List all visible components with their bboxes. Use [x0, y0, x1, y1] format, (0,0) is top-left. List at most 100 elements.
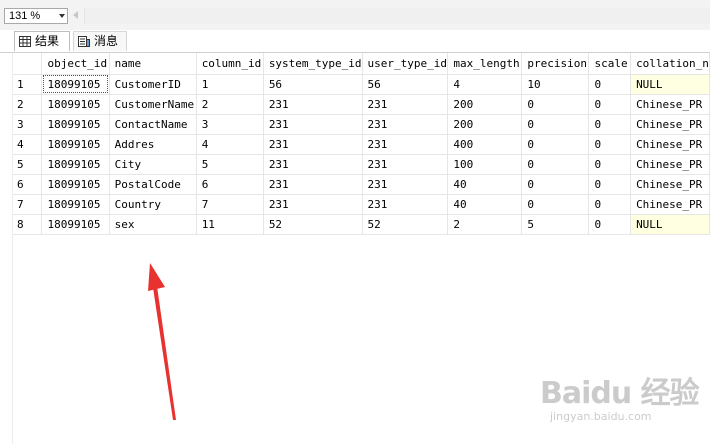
table-cell[interactable]: CustomerID	[109, 74, 197, 95]
table-cell[interactable]: 4	[196, 134, 264, 155]
table-cell[interactable]: 5	[521, 214, 590, 235]
column-header[interactable]: scale	[588, 53, 632, 75]
table-cell[interactable]: 100	[447, 154, 523, 175]
table-cell[interactable]: 56	[263, 74, 363, 95]
scroll-left-icon[interactable]	[73, 11, 78, 19]
table-cell[interactable]: 0	[588, 134, 632, 155]
table-row[interactable]: 7 18099105 Country 7 231 231 40 0 0 Chinese_PR	[13, 194, 710, 215]
table-cell[interactable]: 52	[362, 214, 449, 235]
horizontal-scrollbar[interactable]	[84, 8, 710, 24]
table-cell[interactable]: 11	[196, 214, 264, 235]
table-cell[interactable]: 0	[521, 174, 590, 195]
row-number-header[interactable]	[13, 53, 43, 75]
table-cell[interactable]: 18099105	[41, 94, 110, 115]
table-cell[interactable]: 0	[588, 154, 632, 175]
table-cell[interactable]: 7	[196, 194, 264, 215]
table-cell[interactable]: 231	[263, 154, 363, 175]
table-cell[interactable]: 0	[588, 174, 632, 195]
table-cell[interactable]: 18099105	[41, 214, 110, 235]
table-cell[interactable]: 0	[588, 214, 632, 235]
table-row[interactable]: 5 18099105 City 5 231 231 100 0 0 Chinese_PR	[13, 154, 710, 175]
table-cell[interactable]: 0	[521, 154, 590, 175]
table-cell[interactable]: 0	[521, 114, 590, 135]
table-cell[interactable]: 40	[447, 194, 523, 215]
table-cell[interactable]: ContactName	[109, 114, 197, 135]
table-cell[interactable]: 18099105	[41, 174, 110, 195]
table-cell[interactable]: 18099105	[41, 194, 110, 215]
row-number[interactable]: 1	[13, 74, 43, 95]
row-number[interactable]: 8	[13, 214, 43, 235]
column-header[interactable]: column_id	[196, 53, 264, 75]
chevron-down-icon[interactable]	[59, 14, 65, 18]
table-cell[interactable]: sex	[109, 214, 197, 235]
results-grid[interactable]: object_id name column_id system_type_id …	[13, 53, 710, 235]
column-header[interactable]: system_type_id	[263, 53, 363, 75]
table-cell[interactable]: 231	[263, 134, 363, 155]
table-cell[interactable]: 5	[196, 154, 264, 175]
table-cell[interactable]: 0	[521, 194, 590, 215]
table-row[interactable]: 8 18099105 sex 11 52 52 2 5 0 NULL	[13, 214, 710, 235]
table-cell[interactable]: 40	[447, 174, 523, 195]
table-cell[interactable]: 2	[447, 214, 523, 235]
row-number[interactable]: 6	[13, 174, 43, 195]
table-row[interactable]: 2 18099105 CustomerName 2 231 231 200 0 0 Chinese…	[13, 94, 710, 115]
column-header[interactable]: user_type_id	[362, 53, 449, 75]
table-cell[interactable]: 18099105	[41, 134, 110, 155]
table-cell[interactable]: 3	[196, 114, 264, 135]
table-cell[interactable]: 231	[263, 94, 363, 115]
table-cell[interactable]: NULL	[630, 214, 710, 235]
row-number[interactable]: 5	[13, 154, 43, 175]
table-cell[interactable]: 0	[588, 74, 632, 95]
table-cell[interactable]: NULL	[630, 74, 710, 95]
table-cell[interactable]: Chinese_PR	[630, 94, 710, 115]
table-cell[interactable]: 231	[362, 174, 449, 195]
table-cell[interactable]: 0	[588, 94, 632, 115]
table-cell[interactable]: 231	[263, 194, 363, 215]
table-cell[interactable]: 231	[362, 154, 449, 175]
table-row[interactable]: 1 18099105 CustomerID 1 56 56 4 10 0 NULL	[13, 74, 710, 95]
table-cell[interactable]: 6	[196, 174, 264, 195]
table-cell[interactable]: 0	[521, 134, 590, 155]
table-cell[interactable]: 0	[588, 114, 632, 135]
table-cell[interactable]: Addres	[109, 134, 197, 155]
table-cell[interactable]: 0	[588, 194, 632, 215]
table-cell[interactable]: 52	[263, 214, 363, 235]
table-cell[interactable]: City	[109, 154, 197, 175]
table-cell[interactable]: 18099105	[41, 114, 110, 135]
zoom-dropdown[interactable]: 131 %	[4, 8, 68, 24]
tab-results[interactable]: 结果	[14, 31, 70, 51]
table-cell[interactable]: 18099105	[41, 74, 110, 95]
column-header[interactable]: precision	[521, 53, 590, 75]
table-cell[interactable]: 231	[362, 194, 449, 215]
table-cell[interactable]: 2	[196, 94, 264, 115]
table-cell[interactable]: Country	[109, 194, 197, 215]
table-cell[interactable]: 10	[521, 74, 590, 95]
table-cell[interactable]: Chinese_PR	[630, 154, 710, 175]
table-cell[interactable]: 56	[362, 74, 449, 95]
column-header[interactable]: max_length	[447, 53, 523, 75]
column-header[interactable]: name	[109, 53, 197, 75]
table-cell[interactable]: 1	[196, 74, 264, 95]
table-cell[interactable]: Chinese_PR	[630, 194, 710, 215]
tab-messages[interactable]: 消息	[73, 31, 127, 51]
column-header[interactable]: object_id	[41, 53, 110, 75]
table-row[interactable]: 4 18099105 Addres 4 231 231 400 0 0 Chinese_PR	[13, 134, 710, 155]
row-number[interactable]: 4	[13, 134, 43, 155]
table-cell[interactable]: PostalCode	[109, 174, 197, 195]
row-number[interactable]: 3	[13, 114, 43, 135]
row-number[interactable]: 7	[13, 194, 43, 215]
table-cell[interactable]: 231	[362, 94, 449, 115]
table-cell[interactable]: 400	[447, 134, 523, 155]
table-cell[interactable]: Chinese_PR	[630, 134, 710, 155]
table-row[interactable]: 6 18099105 PostalCode 6 231 231 40 0 0 Chinese_PR	[13, 174, 710, 195]
table-cell[interactable]: 200	[447, 94, 523, 115]
table-cell[interactable]: 0	[521, 94, 590, 115]
table-cell[interactable]: 200	[447, 114, 523, 135]
table-cell[interactable]: 231	[263, 114, 363, 135]
column-header[interactable]: collation_n	[630, 53, 710, 75]
table-cell[interactable]: 231	[263, 174, 363, 195]
table-cell[interactable]: 4	[447, 74, 523, 95]
table-cell[interactable]: Chinese_PR	[630, 114, 710, 135]
table-row[interactable]: 3 18099105 ContactName 3 231 231 200 0 0 Chinese_…	[13, 114, 710, 135]
table-cell[interactable]: CustomerName	[109, 94, 197, 115]
